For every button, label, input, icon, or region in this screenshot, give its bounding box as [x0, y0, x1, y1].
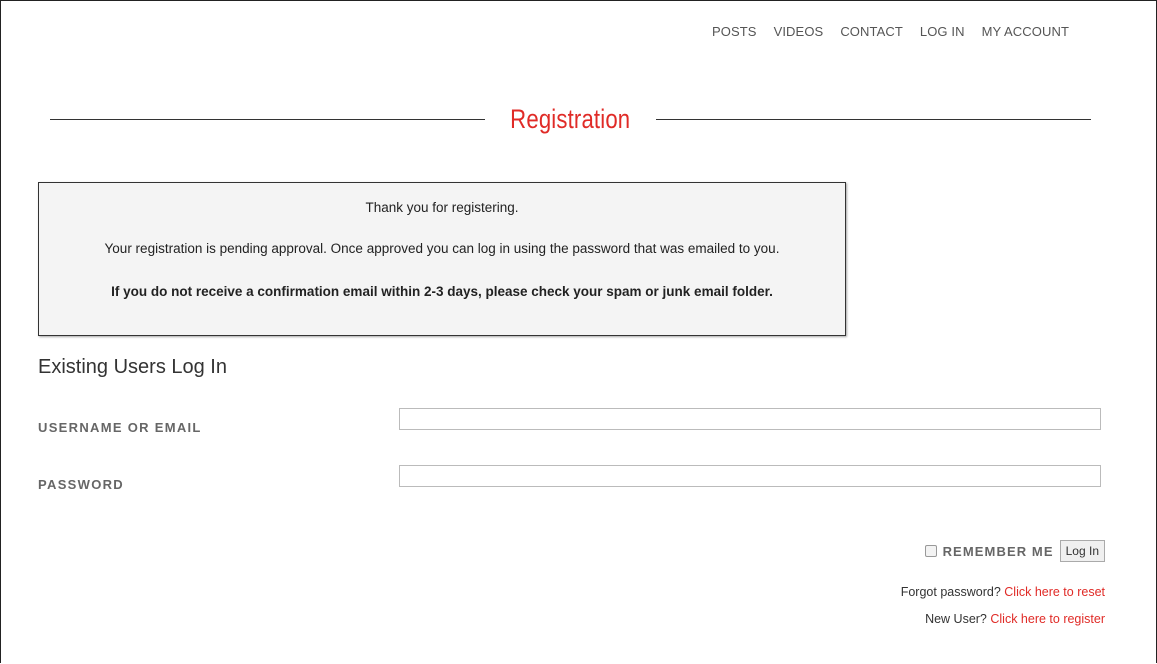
- notice-pending-approval: Your registration is pending approval. O…: [104, 241, 780, 256]
- nav-videos[interactable]: VIDEOS: [774, 24, 824, 39]
- page-title: Registration: [510, 104, 631, 134]
- nav-contact[interactable]: CONTACT: [840, 24, 903, 39]
- title-divider-right: [655, 119, 1092, 120]
- page-title-row: Registration: [50, 104, 1092, 135]
- nav-my-account[interactable]: MY ACCOUNT: [982, 24, 1069, 39]
- remember-me-checkbox[interactable]: [924, 545, 937, 557]
- notice-spam-warning: If you do not receive a confirmation ema…: [111, 284, 773, 299]
- reset-password-link[interactable]: Click here to reset: [1004, 585, 1105, 599]
- forgot-password-text: Forgot password?: [900, 585, 1001, 599]
- remember-me-label[interactable]: REMEMBER ME: [943, 544, 1054, 559]
- username-input[interactable]: [399, 408, 1101, 430]
- password-input[interactable]: [399, 465, 1101, 487]
- remember-row: REMEMBER ME Log In: [924, 540, 1105, 562]
- notice-thank-you: Thank you for registering.: [365, 200, 519, 215]
- new-user-row: New User? Click here to register: [925, 612, 1105, 626]
- login-heading: Existing Users Log In: [38, 356, 227, 378]
- log-in-button[interactable]: Log In: [1059, 540, 1105, 562]
- password-label: PASSWORD: [38, 477, 124, 492]
- nav-posts[interactable]: POSTS: [712, 24, 757, 39]
- nav-log-in[interactable]: LOG IN: [920, 24, 965, 39]
- forgot-password-row: Forgot password? Click here to reset: [901, 585, 1105, 599]
- registration-notice: Thank you for registering. Your registra…: [38, 182, 846, 336]
- username-label: USERNAME OR EMAIL: [38, 420, 202, 435]
- register-link[interactable]: Click here to register: [990, 612, 1105, 626]
- new-user-text: New User?: [925, 612, 987, 626]
- top-navigation: POSTS VIDEOS CONTACT LOG IN MY ACCOUNT: [695, 24, 1069, 39]
- title-divider-left: [50, 119, 486, 120]
